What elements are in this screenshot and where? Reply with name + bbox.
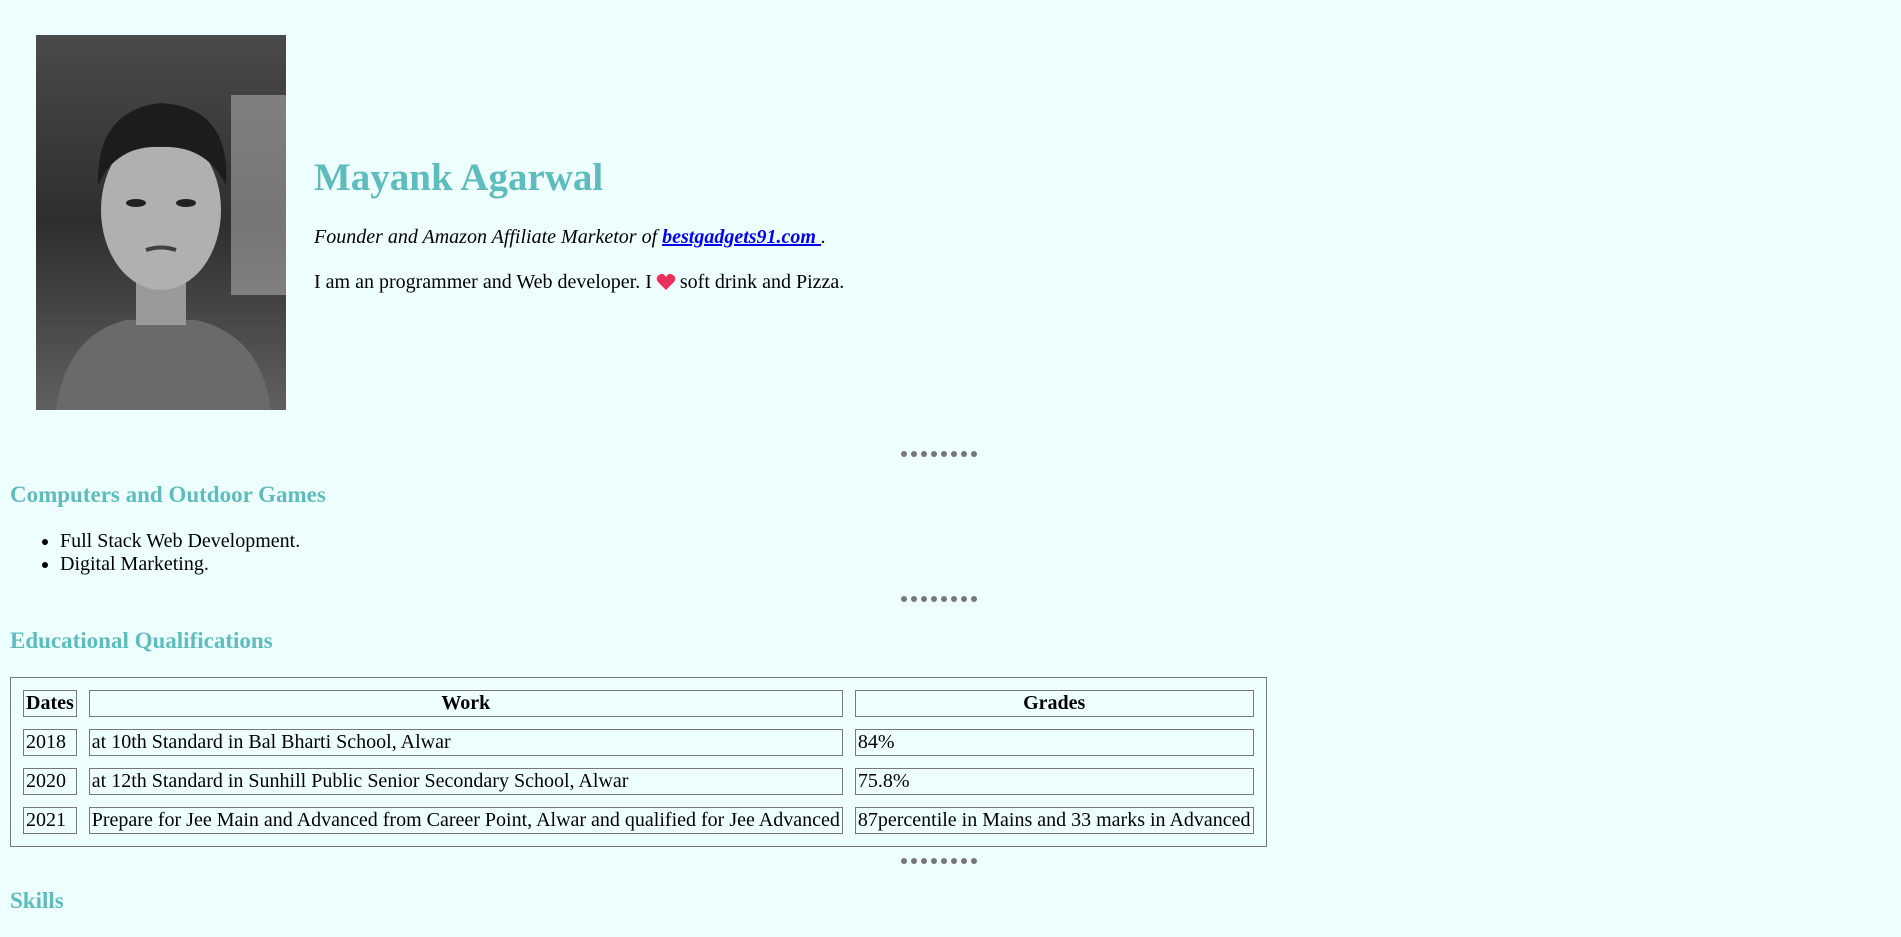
cell-grade: 75.8% [854,768,1254,795]
education-title: Educational Qualifications [10,628,273,653]
tagline-end: . [821,226,826,248]
cell-work: at 12th Standard in Sunhill Public Senio… [88,768,843,795]
cell-work: at 10th Standard in Bal Bharti School, A… [88,729,843,756]
education-table: Dates Work Grades 2018 at 10th Standard … [10,677,1267,847]
skills-title: Skills [10,888,64,913]
profile-about: I am an programmer and Web developer. I s… [314,271,844,297]
divider-dots [901,858,1001,866]
divider-dots [901,451,1001,459]
portrait-image [36,35,286,410]
list-item: Full Stack Web Development. [60,530,300,553]
cell-grade: 87percentile in Mains and 33 marks in Ad… [854,807,1254,834]
cell-grade: 84% [854,729,1254,756]
about-text-end: soft drink and Pizza. [679,271,845,293]
profile-header: Mayank Agarwal Founder and Amazon Affili… [36,35,1236,410]
table-row: 2018 at 10th Standard in Bal Bharti Scho… [23,729,1254,756]
column-header-grades: Grades [854,690,1254,717]
cell-date: 2020 [23,768,77,795]
column-header-work: Work [88,690,843,717]
profile-intro: Mayank Agarwal Founder and Amazon Affili… [314,155,844,297]
divider-dots [901,596,1001,604]
profile-tagline: Founder and Amazon Affiliate Marketor of… [314,226,844,249]
table-row: 2021 Prepare for Jee Main and Advanced f… [23,807,1254,834]
tagline-text: Founder and Amazon Affiliate Marketor of [314,226,663,248]
table-row: 2020 at 12th Standard in Sunhill Public … [23,768,1254,795]
cell-work: Prepare for Jee Main and Advanced from C… [88,807,843,834]
interests-title: Computers and Outdoor Games [10,482,326,507]
cell-date: 2021 [23,807,77,834]
heart-icon [656,273,676,297]
interests-list: Full Stack Web Development. Digital Mark… [10,530,300,576]
list-item: Digital Marketing. [60,553,300,576]
profile-name: Mayank Agarwal [314,156,604,199]
profile-photo [36,35,286,410]
table-header-row: Dates Work Grades [23,690,1254,717]
about-text: I am an programmer and Web developer. I [314,271,652,293]
cell-date: 2018 [23,729,77,756]
site-link[interactable]: bestgadgets91.com [662,226,821,248]
column-header-dates: Dates [23,690,77,717]
